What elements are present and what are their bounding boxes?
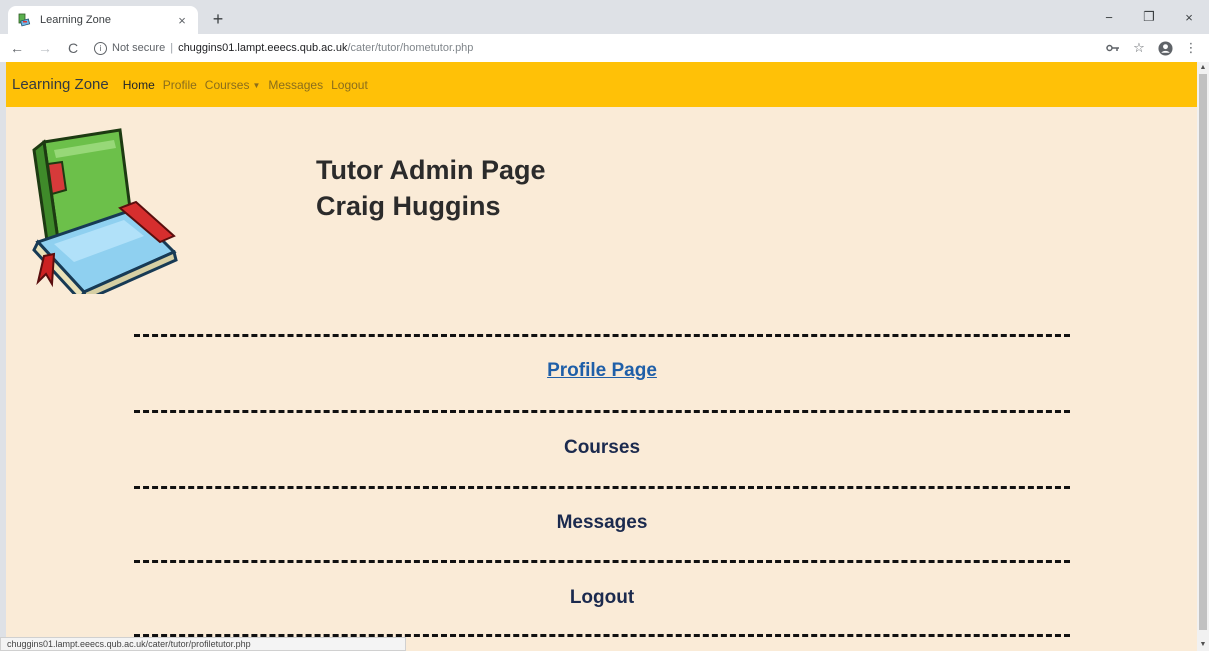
logout-menu-item[interactable]: Logout xyxy=(134,587,1070,609)
url-host[interactable]: chuggins01.lampt.eeecs.qub.ac.uk xyxy=(178,42,347,54)
vertical-scrollbar[interactable]: ▲ ▼ xyxy=(1197,62,1209,651)
account-icon[interactable] xyxy=(1153,36,1177,60)
minimize-button[interactable]: − xyxy=(1089,0,1129,34)
window-controls: − ❐ × xyxy=(1089,0,1209,34)
security-label[interactable]: Not secure xyxy=(112,42,165,54)
close-window-button[interactable]: × xyxy=(1169,0,1209,34)
divider xyxy=(134,334,1070,337)
page-viewport: Learning Zone Home Profile Courses ▼ Mess… xyxy=(6,62,1197,651)
star-icon[interactable]: ☆ xyxy=(1127,36,1151,60)
user-name: Craig Huggins xyxy=(316,191,501,221)
favicon-icon xyxy=(16,12,32,28)
courses-menu-item[interactable]: Courses xyxy=(134,437,1070,459)
url-separator: | xyxy=(170,42,174,54)
tab-close-icon[interactable]: × xyxy=(174,13,190,28)
browser-tab[interactable]: Learning Zone × xyxy=(8,6,198,34)
browser-tabstrip: Learning Zone × + − ❐ × xyxy=(0,0,1209,34)
scroll-thumb[interactable] xyxy=(1199,74,1207,630)
forward-button[interactable]: → xyxy=(34,37,56,59)
scroll-down-arrow-icon[interactable]: ▼ xyxy=(1197,639,1209,651)
toolbar-actions: ☆ ⋮ xyxy=(1099,34,1203,62)
site-navbar: Learning Zone Home Profile Courses ▼ Mess… xyxy=(6,62,1197,107)
link-status-bubble: chuggins01.lampt.eeecs.qub.ac.uk/cater/t… xyxy=(0,637,406,651)
back-button[interactable]: ← xyxy=(6,37,28,59)
nav-messages[interactable]: Messages xyxy=(268,78,323,92)
nav-profile[interactable]: Profile xyxy=(163,78,197,92)
address-bar[interactable]: i Not secure | chuggins01.lampt.eeecs.qu… xyxy=(94,37,473,59)
maximize-button[interactable]: ❐ xyxy=(1129,0,1169,34)
nav-home[interactable]: Home xyxy=(123,78,155,92)
info-icon[interactable]: i xyxy=(94,41,107,55)
divider xyxy=(134,486,1070,489)
new-tab-button[interactable]: + xyxy=(206,8,230,32)
tab-title: Learning Zone xyxy=(40,14,111,26)
divider xyxy=(134,560,1070,563)
profile-page-link[interactable]: Profile Page xyxy=(134,360,1070,382)
page-heading: Tutor Admin Page Craig Huggins xyxy=(316,152,546,224)
nav-courses-label: Courses xyxy=(204,77,250,92)
divider xyxy=(134,410,1070,413)
page-title: Tutor Admin Page xyxy=(316,155,546,185)
menu-icon[interactable]: ⋮ xyxy=(1179,36,1203,60)
book-logo xyxy=(24,124,184,303)
caret-down-icon: ▼ xyxy=(252,80,261,90)
messages-menu-item[interactable]: Messages xyxy=(134,512,1070,534)
nav-courses-dropdown[interactable]: Courses ▼ xyxy=(205,78,261,92)
reload-button[interactable]: C xyxy=(62,37,84,59)
site-brand[interactable]: Learning Zone xyxy=(12,76,109,93)
url-path[interactable]: /cater/tutor/hometutor.php xyxy=(347,42,473,54)
key-icon[interactable] xyxy=(1101,36,1125,60)
scroll-up-arrow-icon[interactable]: ▲ xyxy=(1197,62,1209,74)
browser-toolbar: ← → C i Not secure | chuggins01.lampt.ee… xyxy=(0,34,1209,62)
nav-logout[interactable]: Logout xyxy=(331,78,368,92)
